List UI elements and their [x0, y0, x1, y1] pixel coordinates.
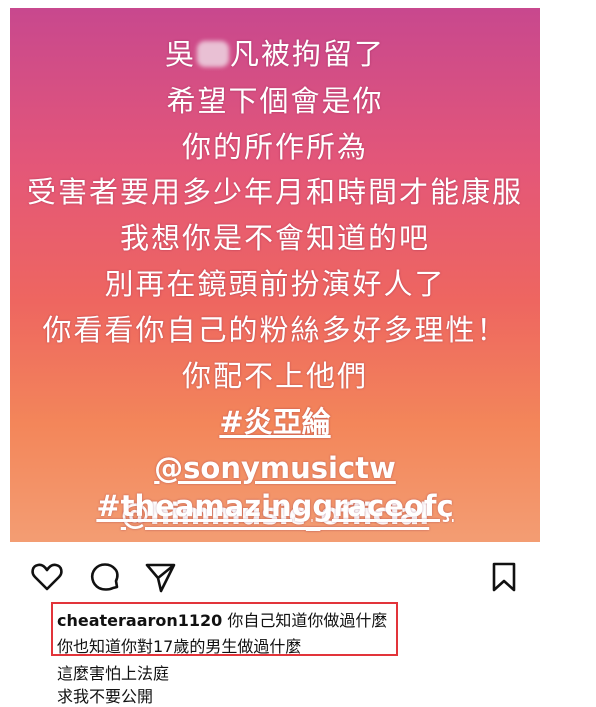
hashtag-theamazinggrace[interactable]: #theamazinggraceofç	[96, 489, 453, 523]
blurred-name	[197, 41, 229, 67]
story-line-1: 吳凡被拘留了	[164, 37, 386, 71]
heart-icon[interactable]	[30, 560, 64, 594]
mention-sonymusictw[interactable]: @sonymusictw	[154, 451, 396, 485]
story-line-7: 你看看你自己的粉絲多好多理性！	[42, 313, 508, 347]
post-actions-bar	[0, 560, 596, 600]
bookmark-icon[interactable]	[487, 560, 521, 594]
send-icon[interactable]	[143, 560, 177, 594]
caption-line-2: 你也知道你對17歲的男生做過什麼	[57, 637, 302, 656]
caption-line-1: cheateraaron1120 你自己知道你做過什麼	[57, 607, 387, 631]
username-link[interactable]: cheateraaron1120	[57, 611, 222, 630]
story-line-3: 你的所作所為	[181, 130, 368, 164]
story-line-6: 別再在鏡頭前扮演好人了	[104, 267, 446, 301]
caption-line-4: 求我不要公開	[57, 687, 154, 706]
caption-text-1: 你自己知道你做過什麼	[227, 611, 388, 630]
story-image: 吳凡被拘留了 希望下個會是你 你的所作所為 受害者要用多少年月和時間才能康服 我…	[10, 8, 540, 542]
comment-icon[interactable]	[88, 560, 122, 594]
caption-line-3: 這麼害怕上法庭	[57, 664, 170, 683]
story-line-4: 受害者要用多少年月和時間才能康服	[26, 175, 523, 209]
hashtag-1[interactable]: #炎亞綸	[219, 405, 330, 439]
story-line-8: 你配不上他們	[181, 359, 368, 393]
story-line-2: 希望下個會是你	[166, 84, 384, 118]
story-line-5: 我想你是不會知道的吧	[119, 221, 430, 255]
